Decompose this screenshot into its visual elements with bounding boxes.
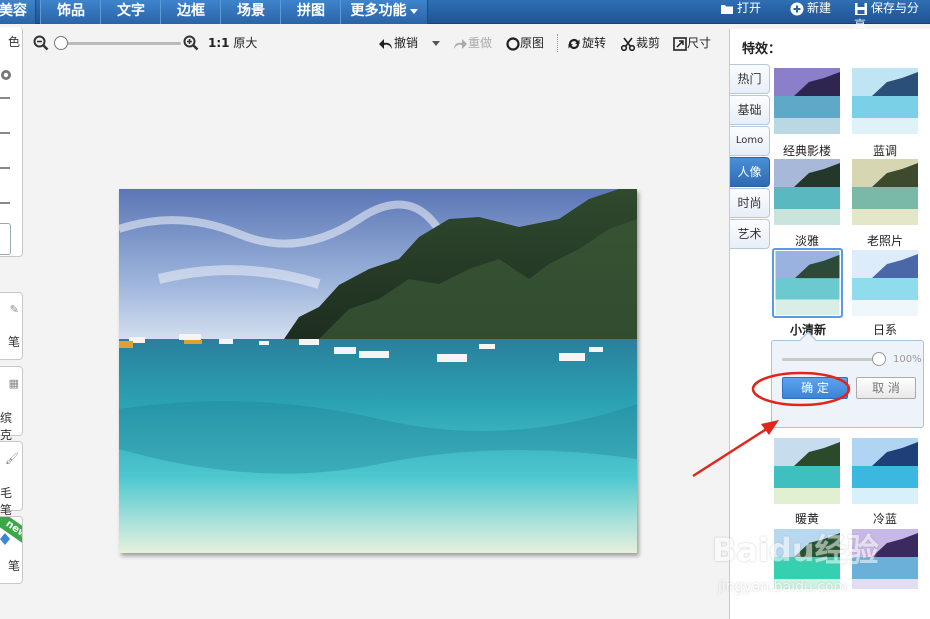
left-tool-brush[interactable]: 🖌 毛笔 [0,441,23,517]
left-tool-pen-label: 笔 [7,335,20,349]
nav-tab-text[interactable]: 文字 [100,0,162,24]
original-image-label: 原图 [520,36,545,50]
toolbar-divider [557,34,558,52]
mosaic-icon: ▦ [8,377,19,390]
effect-adjust-popup: 100% 确 定 取 消 [771,331,924,428]
rotate-icon [568,38,580,49]
size-label: 尺寸 [687,36,712,50]
new-button[interactable]: 新建 [790,0,831,24]
left-tool-input[interactable] [0,223,11,255]
effect-thumb-fresh[interactable] [775,251,840,315]
left-tool-new[interactable]: new 笔 [0,516,23,584]
tab-basic[interactable]: 基础 [730,95,770,125]
effect-thumb-classic-studio[interactable] [774,68,840,134]
effect-label-japanese: 日系 [872,323,897,337]
folder-icon [721,4,733,14]
nav-tab-beauty[interactable]: 美容 [0,0,36,24]
slider-handle[interactable] [0,202,10,204]
open-button[interactable]: 打开 [720,0,761,24]
baidu-watermark: Baidu经验 jingyan.baidu.com [712,525,930,615]
tab-hot[interactable]: 热门 [730,64,770,94]
left-tool-new-label: 笔 [7,559,20,573]
left-tool-color-label: 色 [7,35,20,49]
intensity-value: 100% [893,354,922,365]
left-tool-mosaic[interactable]: ▦ 缤克 [0,366,23,442]
undo-button[interactable]: 撤销 [378,34,418,51]
ratio-label: 1:1 [208,36,230,50]
undo-label: 撤销 [394,36,419,50]
zoom-in-icon[interactable] [183,35,199,51]
slider-handle[interactable] [0,97,10,99]
left-tool-mosaic-label: 缤克 [0,411,13,442]
effect-thumb-warm-yellow[interactable] [774,438,840,504]
top-nav-bar: 美容 饰品 文字 边框 场景 拼图 更多功能 打开 新建 保存与分享 [0,0,930,32]
original-size-label: 原大 [233,36,258,50]
zoom-slider-track[interactable] [56,42,181,45]
save-icon [855,2,867,15]
nav-tab-accessories[interactable]: 饰品 [40,0,102,24]
confirm-button[interactable]: 确 定 [782,377,848,399]
rotate-label: 旋转 [582,36,607,50]
resize-icon [673,36,687,51]
nav-tab-more[interactable]: 更多功能 [340,0,428,24]
effect-thumb-old-photo[interactable] [852,159,918,225]
size-button[interactable]: 尺寸 [673,34,711,51]
nav-tab-border[interactable]: 边框 [160,0,222,24]
crop-label: 裁剪 [636,36,661,50]
effect-label-blue-tone: 蓝调 [872,144,897,158]
new-label: 新建 [807,1,832,15]
dropdown-caret-icon [409,8,418,14]
watermark-brand: Baidu经验 [712,531,879,569]
effect-thumb-japanese[interactable] [852,250,918,316]
more-label: 更多功能 [350,3,407,19]
edit-toolbar: 1:1 原大 撤销 重做 原图 旋转 裁剪 尺寸 [26,28,726,58]
circle-icon [506,36,520,51]
effect-label-elegant: 淡雅 [794,234,819,248]
effect-label-classic-studio: 经典影楼 [782,144,831,158]
open-label: 打开 [737,1,762,15]
zoom-out-icon[interactable] [33,35,49,51]
left-tool-strip: 色 ✎ 笔 ▦ 缤克 🖌 毛笔 new 笔 [0,25,24,619]
save-share-button[interactable]: 保存与分享 [854,0,930,32]
effect-label-old-photo: 老照片 [866,234,903,248]
effects-title: 特效： [742,42,782,57]
zoom-slider-knob[interactable] [54,36,68,50]
tab-lomo[interactable]: Lomo [730,126,770,156]
redo-label: 重做 [468,36,493,50]
effect-thumb-elegant[interactable] [774,159,840,225]
intensity-slider-track[interactable] [782,358,880,361]
original-size-button[interactable]: 1:1 原大 [208,34,257,51]
left-tool-brush-label: 毛笔 [0,486,13,517]
nav-tab-collage[interactable]: 拼图 [280,0,342,24]
left-tool-pen[interactable]: ✎ 笔 [0,292,23,360]
nav-tab-scene[interactable]: 场景 [220,0,282,24]
original-image-button[interactable]: 原图 [506,34,544,51]
redo-button[interactable]: 重做 [452,34,492,51]
photo-canvas[interactable] [117,189,637,553]
undo-icon [379,38,392,49]
redo-icon [454,38,467,49]
tab-art[interactable]: 艺术 [730,219,770,249]
tab-portrait[interactable]: 人像 [730,157,770,187]
beach-photo [117,189,637,553]
plus-circle-icon [790,2,804,15]
undo-dropdown-icon[interactable] [432,41,440,46]
diamond-icon [0,533,10,545]
brush-icon: 🖌 [5,452,19,465]
watermark-url: jingyan.baidu.com [718,579,848,595]
intensity-slider-knob[interactable] [872,352,886,366]
slider-handle[interactable] [0,132,10,134]
slider-handle[interactable] [0,167,10,169]
pen-icon: ✎ [9,303,19,316]
effect-thumb-blue-tone[interactable] [852,68,918,134]
tab-fashion[interactable]: 时尚 [730,188,770,218]
cancel-button[interactable]: 取 消 [856,377,916,399]
effect-thumb-cool-blue[interactable] [852,438,918,504]
crop-button[interactable]: 裁剪 [620,34,660,51]
refresh-icon [1,70,11,80]
rotate-button[interactable]: 旋转 [566,34,606,51]
left-tool-color[interactable]: 色 [0,27,23,257]
scissors-icon [620,37,636,51]
